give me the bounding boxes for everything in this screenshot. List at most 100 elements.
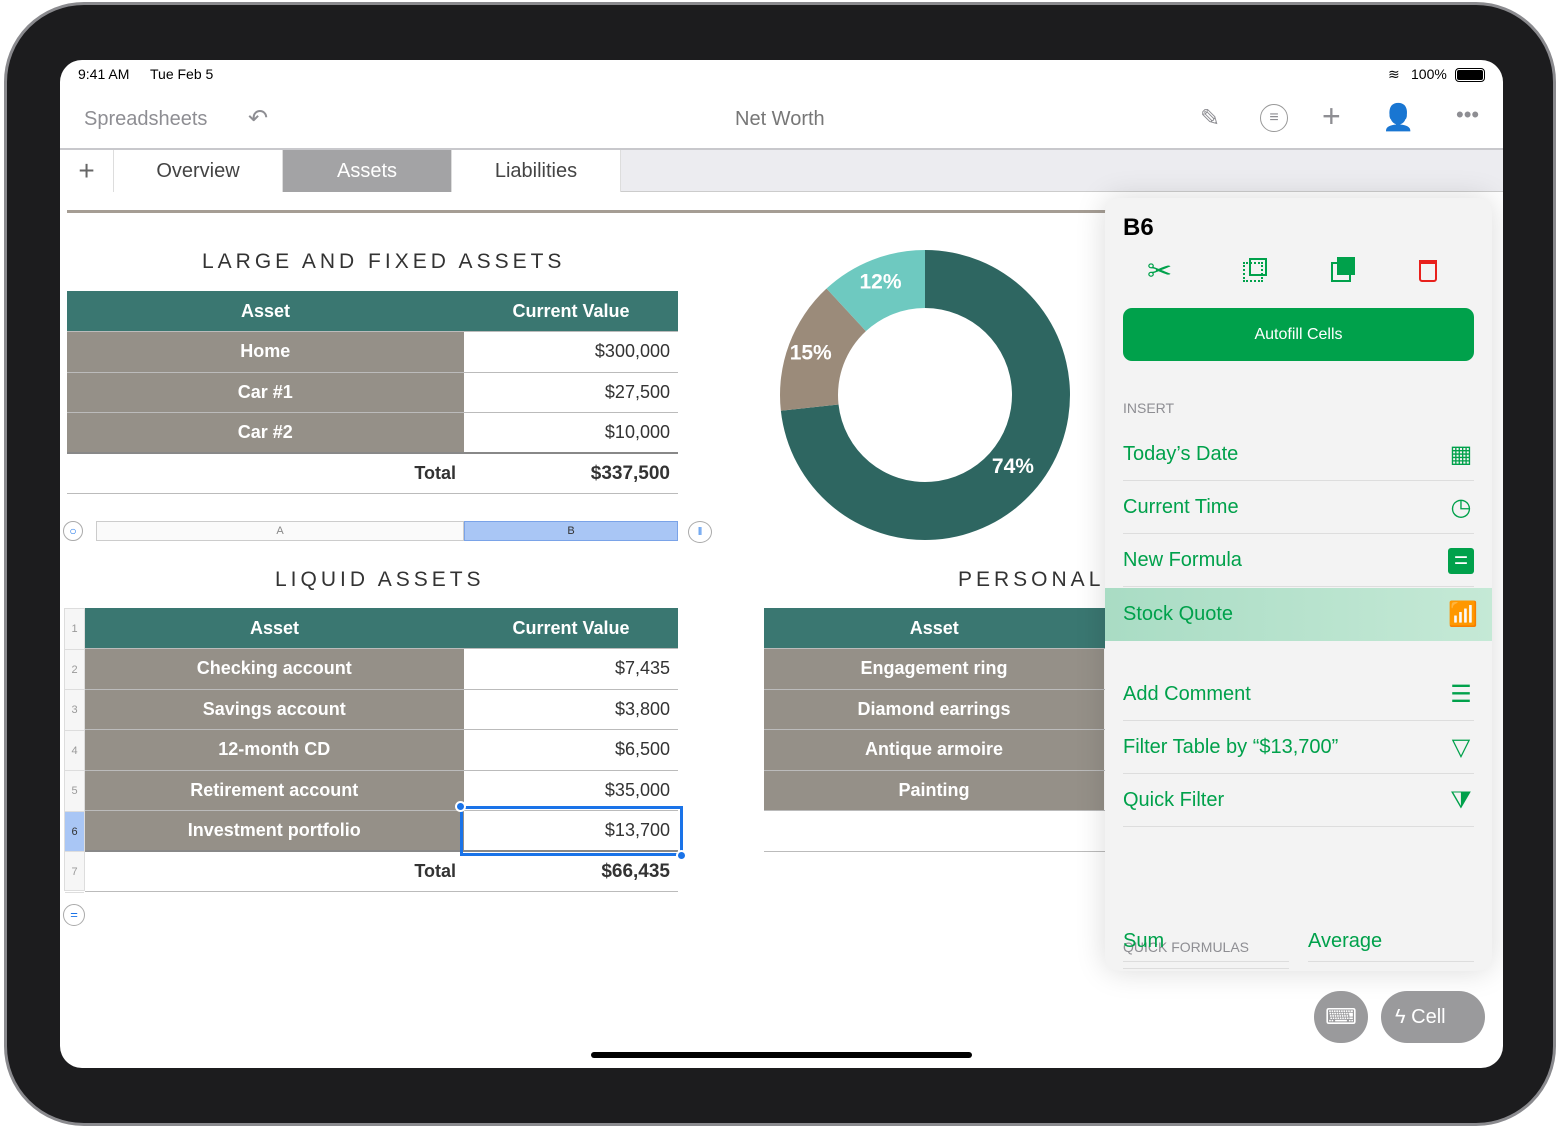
cell-actions-popover: B6 ✂ Autofill Cells INSERT Today’s Date ▦… [1105, 198, 1492, 971]
cell-button[interactable]: ϟ Cell [1381, 991, 1485, 1043]
donut-chart: 74% 15% 12% [780, 250, 1070, 540]
row-header[interactable]: 3 [65, 690, 84, 731]
large-assets-table: Asset Current Value Home $300,000 Car #1 $2… [67, 291, 678, 494]
screen: 9:41 AM Tue Feb 5 ≋ 100% Spreadsheets ↶ … [60, 60, 1503, 1068]
filter-icon: ▽ [1451, 734, 1471, 761]
add-sheet-button[interactable]: + [60, 150, 114, 192]
row-header[interactable]: 5 [65, 771, 84, 812]
cut-icon[interactable]: ✂ [1147, 254, 1172, 289]
status-date: Tue Feb 5 [150, 66, 214, 82]
total-label: Total [67, 452, 464, 494]
col-header: Asset [764, 608, 1105, 649]
cell[interactable]: Engagement ring [764, 648, 1105, 690]
cell[interactable]: $27,500 [464, 372, 678, 413]
average-formula[interactable]: Average [1308, 920, 1474, 962]
add-row-handle[interactable]: = [63, 904, 85, 926]
cell[interactable]: $6,500 [464, 729, 678, 771]
item-label: Stock Quote [1123, 603, 1234, 625]
document-title: Net Worth [735, 108, 825, 130]
table-row: Antique armoire [764, 729, 1105, 771]
cell[interactable]: Antique armoire [764, 729, 1105, 771]
lightning-icon: ϟ [1395, 1006, 1412, 1028]
cell-reference: B6 [1123, 214, 1154, 241]
total-value[interactable]: $66,435 [464, 850, 678, 892]
keyboard-icon: ⌨ [1325, 1004, 1357, 1029]
cell[interactable]: Savings account [85, 689, 465, 730]
back-to-spreadsheets[interactable]: Spreadsheets [84, 108, 207, 131]
keyboard-button[interactable]: ⌨ [1314, 991, 1368, 1043]
battery-level: 100% [1411, 66, 1447, 82]
sheet-tabs: + Overview Assets Liabilities [60, 148, 1503, 192]
battery-icon [1455, 68, 1485, 82]
tab-liabilities[interactable]: Liabilities [452, 150, 621, 192]
organize-icon[interactable]: ≡ [1260, 104, 1288, 132]
cell[interactable]: Retirement account [85, 770, 465, 811]
insert-equals[interactable]: New Formula = [1123, 534, 1474, 587]
personal-title: PERSONAL [958, 568, 1105, 591]
selected-cell-b6[interactable] [460, 806, 683, 856]
table-row: Diamond earrings [764, 689, 1105, 730]
copy-icon[interactable] [1243, 258, 1267, 282]
cell[interactable]: Investment portfolio [85, 810, 465, 852]
paste-icon[interactable] [1331, 257, 1355, 282]
cell[interactable]: $10,000 [464, 412, 678, 454]
wifi-icon: ≋ [1388, 66, 1400, 82]
more-icon[interactable]: ••• [1456, 102, 1479, 128]
cell[interactable]: Car #2 [67, 412, 465, 454]
item-label: Quick Filter [1123, 789, 1225, 811]
insert-calendar[interactable]: Today’s Date ▦ [1123, 428, 1474, 481]
delete-icon[interactable] [1419, 260, 1437, 282]
table-row: Car #2 $10,000 [67, 412, 678, 454]
collaborate-icon[interactable]: 👤 [1382, 102, 1414, 133]
cell-button-label: Cell [1411, 1006, 1446, 1028]
tab-overview[interactable]: Overview [114, 150, 283, 192]
selection-handle[interactable] [676, 850, 687, 861]
format-brush-icon[interactable]: ✎ [1200, 104, 1220, 133]
empty-cell[interactable] [764, 810, 1105, 852]
autofill-cells-button[interactable]: Autofill Cells [1123, 308, 1474, 361]
column-header-b[interactable]: B [464, 521, 678, 541]
add-icon[interactable]: + [1322, 98, 1341, 135]
cell[interactable]: 12-month CD [85, 729, 465, 771]
insert-comment[interactable]: Add Comment ☰ [1123, 668, 1474, 721]
row-header[interactable]: 1 [65, 609, 84, 650]
cell[interactable]: Diamond earrings [764, 689, 1105, 730]
insert-filter[interactable]: Filter Table by “$13,700” ▽ [1123, 721, 1474, 774]
cell[interactable]: Checking account [85, 648, 465, 690]
table-row: 12-month CD $6,500 [85, 729, 678, 771]
row-header[interactable]: 2 [65, 650, 84, 690]
column-header-a[interactable]: A [96, 521, 464, 541]
cell[interactable]: Home [67, 331, 465, 373]
insert-clock[interactable]: Current Time ◷ [1123, 481, 1474, 534]
personal-assets-table: Asset Engagement ring Diamond earrings Ant… [764, 608, 1105, 852]
col-header: Asset [67, 291, 464, 332]
cell[interactable]: $3,800 [464, 689, 678, 730]
total-row: Total $66,435 [85, 850, 678, 892]
cell[interactable]: Car #1 [67, 372, 465, 413]
col-header: Current Value [464, 608, 678, 649]
insert-quick-filter[interactable]: Quick Filter ⧩ [1123, 774, 1474, 827]
equals-icon: = [1448, 548, 1474, 574]
total-value[interactable]: $337,500 [464, 452, 678, 494]
row-header[interactable]: 4 [65, 731, 84, 771]
select-table-handle[interactable]: ○ [63, 521, 83, 541]
sum-formula[interactable]: Sum [1123, 920, 1289, 962]
cell[interactable]: $7,435 [464, 648, 678, 690]
row-header[interactable]: 7 [65, 852, 84, 893]
cell[interactable]: Painting [764, 770, 1105, 811]
cell[interactable]: $300,000 [464, 331, 678, 373]
insert-section-label: INSERT [1123, 400, 1175, 416]
row-header[interactable]: 6 [65, 811, 84, 852]
insert-stock-chart[interactable]: Stock Quote 📶 [1123, 588, 1478, 641]
item-label: Current Time [1123, 496, 1239, 518]
slice-label: 15% [790, 341, 832, 364]
table-row: Car #1 $27,500 [67, 372, 678, 413]
table-row: Home $300,000 [67, 331, 678, 373]
undo-icon[interactable]: ↶ [248, 104, 268, 133]
stock-chart-icon: 📶 [1448, 601, 1478, 628]
table-row: Retirement account $35,000 [85, 770, 678, 811]
add-column-handle[interactable]: ǁ [688, 521, 712, 543]
selection-handle[interactable] [455, 801, 466, 812]
tab-assets[interactable]: Assets [283, 150, 452, 192]
cell[interactable]: $35,000 [464, 770, 678, 811]
